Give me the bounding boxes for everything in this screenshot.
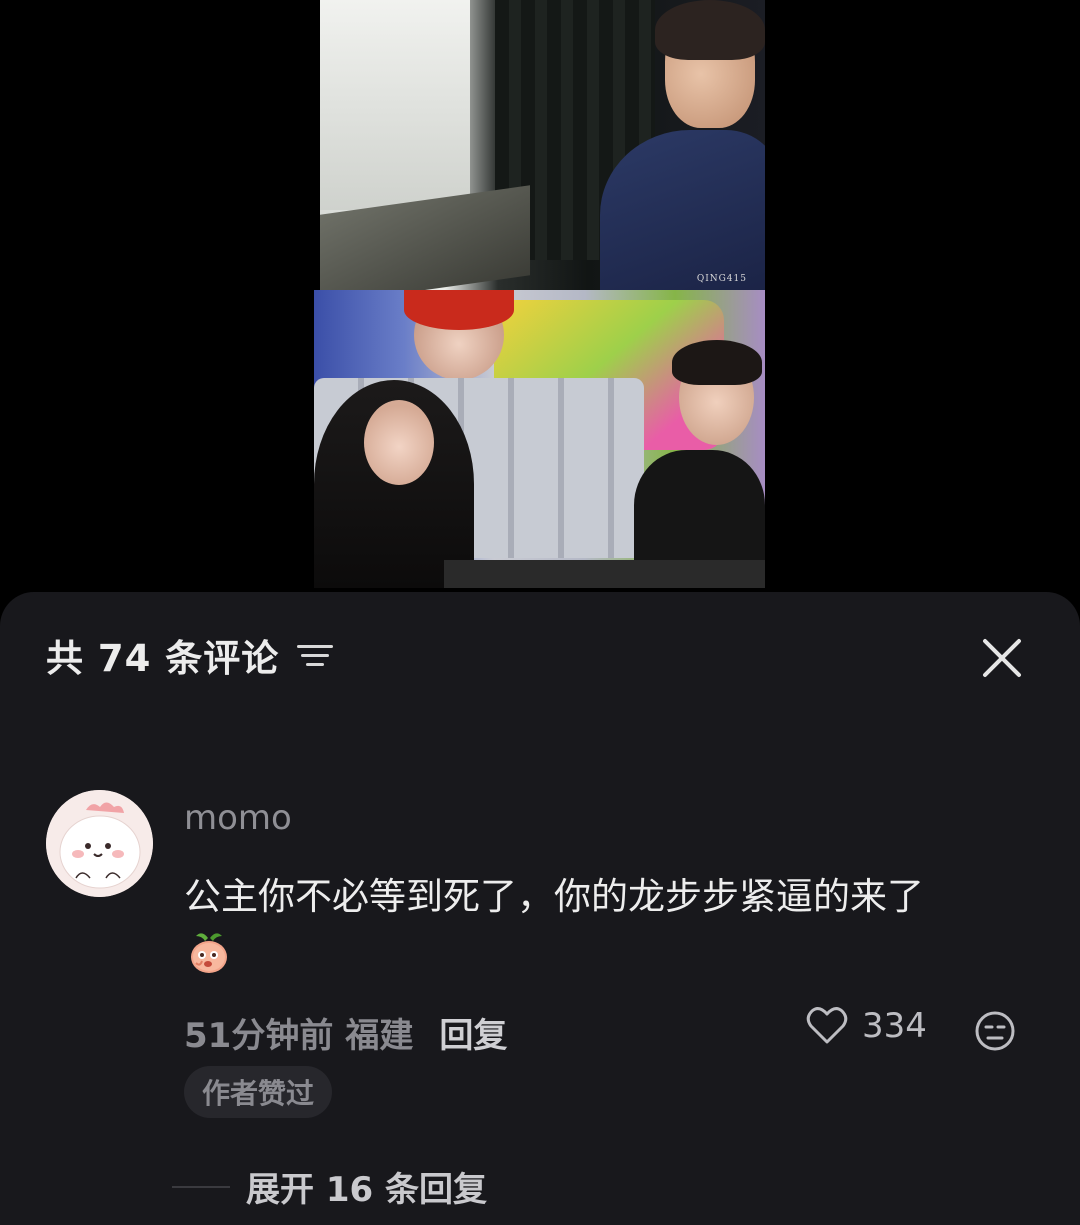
- close-icon[interactable]: [980, 636, 1024, 680]
- video-watermark: QING415: [696, 274, 747, 284]
- expand-divider: [172, 1186, 230, 1188]
- expand-replies-button[interactable]: 展开 16 条回复: [246, 1162, 487, 1211]
- like-button[interactable]: 334: [806, 1006, 927, 1046]
- avatar[interactable]: [46, 790, 153, 897]
- comment-count-title: 共 74 条评论: [46, 637, 280, 680]
- comments-sheet: 共 74 条评论 momo 公主你不必等到死了，你的龙步步紧逼的来了 51分钟前…: [0, 592, 1080, 1225]
- comment-text: 公主你不必等到死了，你的龙步步紧逼的来了: [184, 875, 924, 918]
- comment-meta: 51分钟前 福建 回复: [184, 1008, 507, 1057]
- comment-time: 51分钟前: [184, 1016, 334, 1056]
- sheet-header: 共 74 条评论: [46, 628, 334, 682]
- video-frame-bottom: [314, 290, 765, 588]
- heart-icon: [806, 1007, 848, 1044]
- comment-location: 福建: [345, 1016, 414, 1056]
- peach-emoji-icon: [186, 930, 232, 976]
- comment-username[interactable]: momo: [184, 798, 292, 838]
- sort-lines-icon[interactable]: [297, 641, 334, 669]
- like-count: 334: [862, 1006, 927, 1046]
- author-liked-badge: 作者赞过: [184, 1066, 333, 1118]
- video-player[interactable]: QING415: [0, 0, 1080, 600]
- reply-button[interactable]: 回复: [439, 1008, 507, 1057]
- video-frame-top: QING415: [320, 0, 765, 290]
- dislike-face-icon[interactable]: [974, 1010, 1016, 1052]
